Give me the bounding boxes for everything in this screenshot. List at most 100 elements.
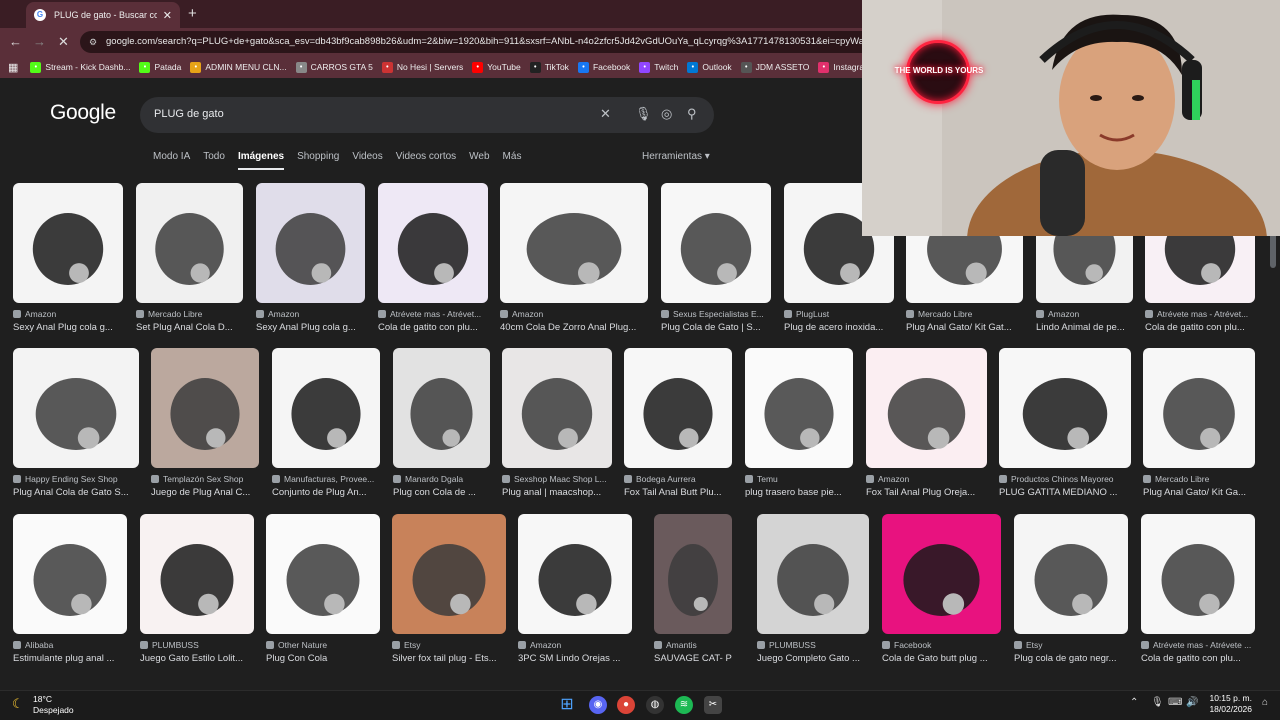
windows-start-icon[interactable]: ⊞ <box>558 696 576 714</box>
image-result[interactable]: Bodega Aurrera Fox Tail Anal Butt Plu... <box>624 348 732 508</box>
weather-widget[interactable]: 18°C Despejado <box>33 694 74 716</box>
result-source[interactable]: Atrévete mas - Atrévet... <box>1145 309 1255 319</box>
search-input[interactable]: PLUG de gato <box>154 108 224 120</box>
url-bar[interactable]: ⚙ google.com/search?q=PLUG+de+gato&sca_e… <box>80 31 880 53</box>
result-thumbnail[interactable] <box>392 514 506 634</box>
result-title[interactable]: Fox Tail Anal Plug Oreja... <box>866 487 987 498</box>
snipping-tool-icon[interactable]: ✂ <box>704 696 722 714</box>
image-result[interactable]: Templazón Sex Shop Juego de Plug Anal C.… <box>151 348 259 508</box>
result-title[interactable]: Juego de Plug Anal C... <box>151 487 259 498</box>
result-thumbnail[interactable] <box>624 348 732 468</box>
tab-shopping[interactable]: Shopping <box>297 151 339 170</box>
result-thumbnail[interactable] <box>136 183 243 303</box>
result-source[interactable]: Atrévete mas - Atrévete ... <box>1141 640 1255 650</box>
spotify-icon[interactable]: ≋ <box>675 696 693 714</box>
result-thumbnail[interactable] <box>500 183 648 303</box>
bookmark-item[interactable]: • TikTok <box>529 61 569 73</box>
back-icon[interactable]: ← <box>9 34 22 49</box>
result-title[interactable]: Cola de gatito con plu... <box>1141 653 1255 664</box>
result-title[interactable]: Cola de gatito con plu... <box>1145 322 1255 333</box>
image-result[interactable]: Happy Ending Sex Shop Plug Anal Cola de … <box>13 348 139 508</box>
bookmark-item[interactable]: • Stream - Kick Dashb... <box>30 61 130 73</box>
result-source[interactable]: Mercado Libre <box>1143 474 1255 484</box>
result-title[interactable]: Cola de Gato butt plug ... <box>882 653 1001 664</box>
forward-icon[interactable]: → <box>33 34 46 49</box>
tab-web[interactable]: Web <box>469 151 489 170</box>
result-source[interactable]: Etsy <box>392 640 506 650</box>
bookmark-item[interactable]: • ADMIN MENU CLN... <box>190 61 287 73</box>
result-title[interactable]: PLUG GATITA MEDIANO ... <box>999 487 1131 498</box>
result-title[interactable]: 40cm Cola De Zorro Anal Plug... <box>500 322 648 333</box>
image-result[interactable]: Atrévete mas - Atrévete ... Cola de gati… <box>1141 514 1255 674</box>
image-result[interactable]: Amazon Sexy Anal Plug cola g... <box>256 183 365 343</box>
site-info-icon[interactable]: ⚙ <box>89 31 97 53</box>
result-thumbnail[interactable] <box>13 514 127 634</box>
clear-icon[interactable]: ✕ <box>600 106 611 122</box>
image-result[interactable]: Facebook Cola de Gato butt plug ... <box>882 514 1001 674</box>
bookmark-item[interactable]: • Outlook <box>687 61 732 73</box>
image-result[interactable]: Etsy Plug cola de gato negr... <box>1014 514 1128 674</box>
search-box[interactable]: PLUG de gato ✕ 🎙 ◎ ⚲ <box>140 97 714 133</box>
chrome-icon[interactable]: ● <box>617 696 635 714</box>
result-source[interactable]: Mercado Libre <box>906 309 1023 319</box>
result-source[interactable]: Manardo Dgala <box>393 474 490 484</box>
stop-loading-icon[interactable]: ✕ <box>58 34 69 50</box>
bookmark-item[interactable]: • CARROS GTA 5 <box>295 61 373 73</box>
result-thumbnail[interactable] <box>13 348 139 468</box>
network-icon[interactable]: ⌨ <box>1168 697 1182 708</box>
result-source[interactable]: Bodega Aurrera <box>624 474 732 484</box>
browser-tab[interactable]: G PLUG de gato - Buscar con Goo ✕ <box>26 2 180 28</box>
result-title[interactable]: plug trasero base pie... <box>745 487 853 498</box>
result-thumbnail[interactable] <box>757 514 869 634</box>
image-result[interactable]: Sexus Especialistas E... Plug Cola de Ga… <box>661 183 771 343</box>
image-result[interactable]: Amazon Sexy Anal Plug cola g... <box>13 183 123 343</box>
result-title[interactable]: Plug con Cola de ... <box>393 487 490 498</box>
bookmark-item[interactable]: • No Hesi | Servers <box>381 61 463 73</box>
new-tab-icon[interactable]: + <box>188 5 197 22</box>
result-thumbnail[interactable] <box>266 514 380 634</box>
result-thumbnail[interactable] <box>661 183 771 303</box>
result-source[interactable]: Amantis <box>654 640 732 650</box>
result-thumbnail[interactable] <box>151 348 259 468</box>
bookmark-item[interactable]: • Facebook <box>577 61 630 73</box>
result-source[interactable]: Templazón Sex Shop <box>151 474 259 484</box>
notifications-icon[interactable]: ⌂ <box>1262 697 1268 708</box>
result-thumbnail[interactable] <box>1014 514 1128 634</box>
result-source[interactable]: Facebook <box>882 640 1001 650</box>
result-thumbnail[interactable] <box>866 348 987 468</box>
result-thumbnail[interactable] <box>999 348 1131 468</box>
result-title[interactable]: 3PC SM Lindo Orejas ... <box>518 653 632 664</box>
tab-imágenes[interactable]: Imágenes <box>237 151 285 170</box>
result-source[interactable]: Atrévete mas - Atrévet... <box>378 309 488 319</box>
result-source[interactable]: Etsy <box>1014 640 1128 650</box>
result-source[interactable]: Amazon <box>13 309 123 319</box>
result-title[interactable]: Set Plug Anal Cola D... <box>136 322 243 333</box>
result-thumbnail[interactable] <box>378 183 488 303</box>
image-result[interactable]: Etsy Silver fox tail plug - Ets... <box>392 514 506 674</box>
result-thumbnail[interactable] <box>654 514 732 634</box>
result-title[interactable]: Cola de gatito con plu... <box>378 322 488 333</box>
result-source[interactable]: Amazon <box>256 309 365 319</box>
result-source[interactable]: Amazon <box>866 474 987 484</box>
image-result[interactable]: Amazon 3PC SM Lindo Orejas ... <box>518 514 632 674</box>
tab-más[interactable]: Más <box>503 151 522 170</box>
tools-button[interactable]: Herramientas ▾ <box>642 151 710 162</box>
result-title[interactable]: Plug anal | maacshop... <box>502 487 612 498</box>
bookmark-item[interactable]: • YouTube <box>472 61 521 73</box>
microphone-icon[interactable]: 🎙 <box>635 106 652 122</box>
result-source[interactable]: Amazon <box>500 309 648 319</box>
tab-videos-cortos[interactable]: Videos cortos <box>396 151 456 170</box>
result-thumbnail[interactable] <box>745 348 853 468</box>
result-title[interactable]: Silver fox tail plug - Ets... <box>392 653 506 664</box>
volume-icon[interactable]: 🔊 <box>1186 697 1198 708</box>
result-source[interactable]: PLUMBUSS <box>140 640 254 650</box>
result-source[interactable]: PLUMBUSS <box>757 640 869 650</box>
result-thumbnail[interactable] <box>256 183 365 303</box>
result-title[interactable]: Conjunto de Plug An... <box>272 487 380 498</box>
image-result[interactable]: Amazon Fox Tail Anal Plug Oreja... <box>866 348 987 508</box>
image-result[interactable]: Mercado Libre Set Plug Anal Cola D... <box>136 183 243 343</box>
bookmark-item[interactable]: • JDM ASSETO <box>740 61 809 73</box>
result-thumbnail[interactable] <box>882 514 1001 634</box>
google-logo[interactable]: Google <box>50 101 116 125</box>
result-source[interactable]: Happy Ending Sex Shop <box>13 474 139 484</box>
